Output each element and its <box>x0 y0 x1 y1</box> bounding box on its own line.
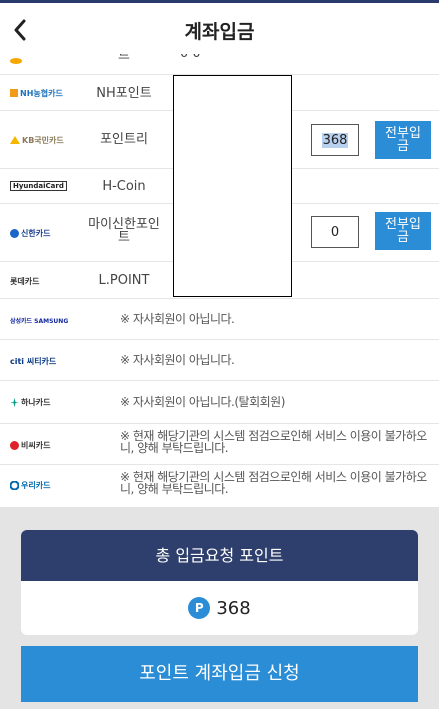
point-name: 마이신한포인트 <box>88 217 160 245</box>
card-logo: KB국민카드 <box>10 133 76 147</box>
point-name: NH포인트 <box>96 86 152 101</box>
summary-section: 총 입금요청 포인트 P 368 포인트 계좌입금 신청 <box>0 507 439 709</box>
card-logo-label: citi 씨티카드 <box>10 356 57 366</box>
card-logo: citi 씨티카드 <box>10 354 76 368</box>
list-item: citi 씨티카드 ※ 자사회원이 아닙니다. <box>0 340 439 381</box>
notice-text: ※ 자사회원이 아닙니다.(탈회회원) <box>120 395 285 409</box>
card-logo: 롯데카드 <box>10 274 76 288</box>
summary-title: 총 입금요청 포인트 <box>21 530 418 581</box>
submit-deposit-button[interactable]: 포인트 계좌입금 신청 <box>21 646 418 702</box>
bc-logo-icon <box>10 440 19 450</box>
list-item: 하나카드 ※ 자사회원이 아닙니다.(탈회회원) <box>0 381 439 424</box>
card-logo <box>10 54 76 68</box>
card-logo-label: 삼성카드 SAMSUNG <box>10 317 69 325</box>
card-logo-label: 우리카드 <box>21 480 51 490</box>
card-logo: 신한카드 <box>10 226 76 240</box>
card-logo: NH농협카드 <box>10 86 76 100</box>
card-logo-label: 롯데카드 <box>10 276 40 286</box>
blank-overlay-box <box>173 75 292 297</box>
list-item: 삼성카드 SAMSUNG ※ 자사회원이 아닙니다. <box>0 299 439 340</box>
card-logo-label: 신한카드 <box>21 228 51 238</box>
card-logo: 우리카드 <box>10 478 76 492</box>
card-logo-label: NH농협카드 <box>20 88 63 98</box>
list-item: 트 0 0 <box>0 46 439 75</box>
deposit-all-button[interactable]: 전부입금 <box>375 121 431 159</box>
point-amount-value: 368 <box>321 132 349 148</box>
shinhan-logo-icon <box>10 228 19 238</box>
card-logo-label: 비씨카드 <box>21 440 51 450</box>
card-logo-label: 하나카드 <box>21 397 51 407</box>
page-title: 계좌입금 <box>184 21 255 43</box>
header-bar: 계좌입금 <box>0 0 439 54</box>
point-name: L.POINT <box>98 273 150 288</box>
card-logo: 하나카드 <box>10 395 76 409</box>
deposit-all-button[interactable]: 전부입금 <box>375 212 431 250</box>
notice-text: ※ 현재 해당기관의 시스템 점검으로인해 서비스 이용이 불가하오니, 양해 … <box>120 470 427 496</box>
hana-logo-icon <box>10 397 19 407</box>
point-amount-input[interactable]: 0 <box>311 216 359 248</box>
point-amount-input[interactable]: 368 <box>311 124 359 156</box>
point-name: H-Coin <box>102 179 146 194</box>
list-item: 우리카드 ※ 현재 해당기관의 시스템 점검으로인해 서비스 이용이 불가하오니… <box>0 465 439 505</box>
card-logo-label: KB국민카드 <box>22 135 64 145</box>
notice-text: ※ 자사회원이 아닙니다. <box>120 312 235 326</box>
card-logo-icon <box>10 58 22 64</box>
card-logo-label: HyundaiCard <box>10 181 67 191</box>
kb-logo-icon <box>10 136 20 144</box>
notice-text: ※ 자사회원이 아닙니다. <box>120 353 235 367</box>
nh-logo-icon <box>10 89 18 97</box>
notice-text: ※ 현재 해당기관의 시스템 점검으로인해 서비스 이용이 불가하오니, 양해 … <box>120 429 427 455</box>
point-icon: P <box>188 597 211 619</box>
woori-logo-icon <box>10 480 19 490</box>
card-logo: 비씨카드 <box>10 438 76 452</box>
card-logo: 삼성카드 SAMSUNG <box>10 313 76 327</box>
card-logo: HyundaiCard <box>10 179 76 193</box>
point-name: 포인트리 <box>100 132 148 147</box>
list-item: 비씨카드 ※ 현재 해당기관의 시스템 점검으로인해 서비스 이용이 불가하오니… <box>0 424 439 465</box>
total-points: 368 <box>216 597 251 619</box>
summary-total: P 368 <box>21 581 418 635</box>
